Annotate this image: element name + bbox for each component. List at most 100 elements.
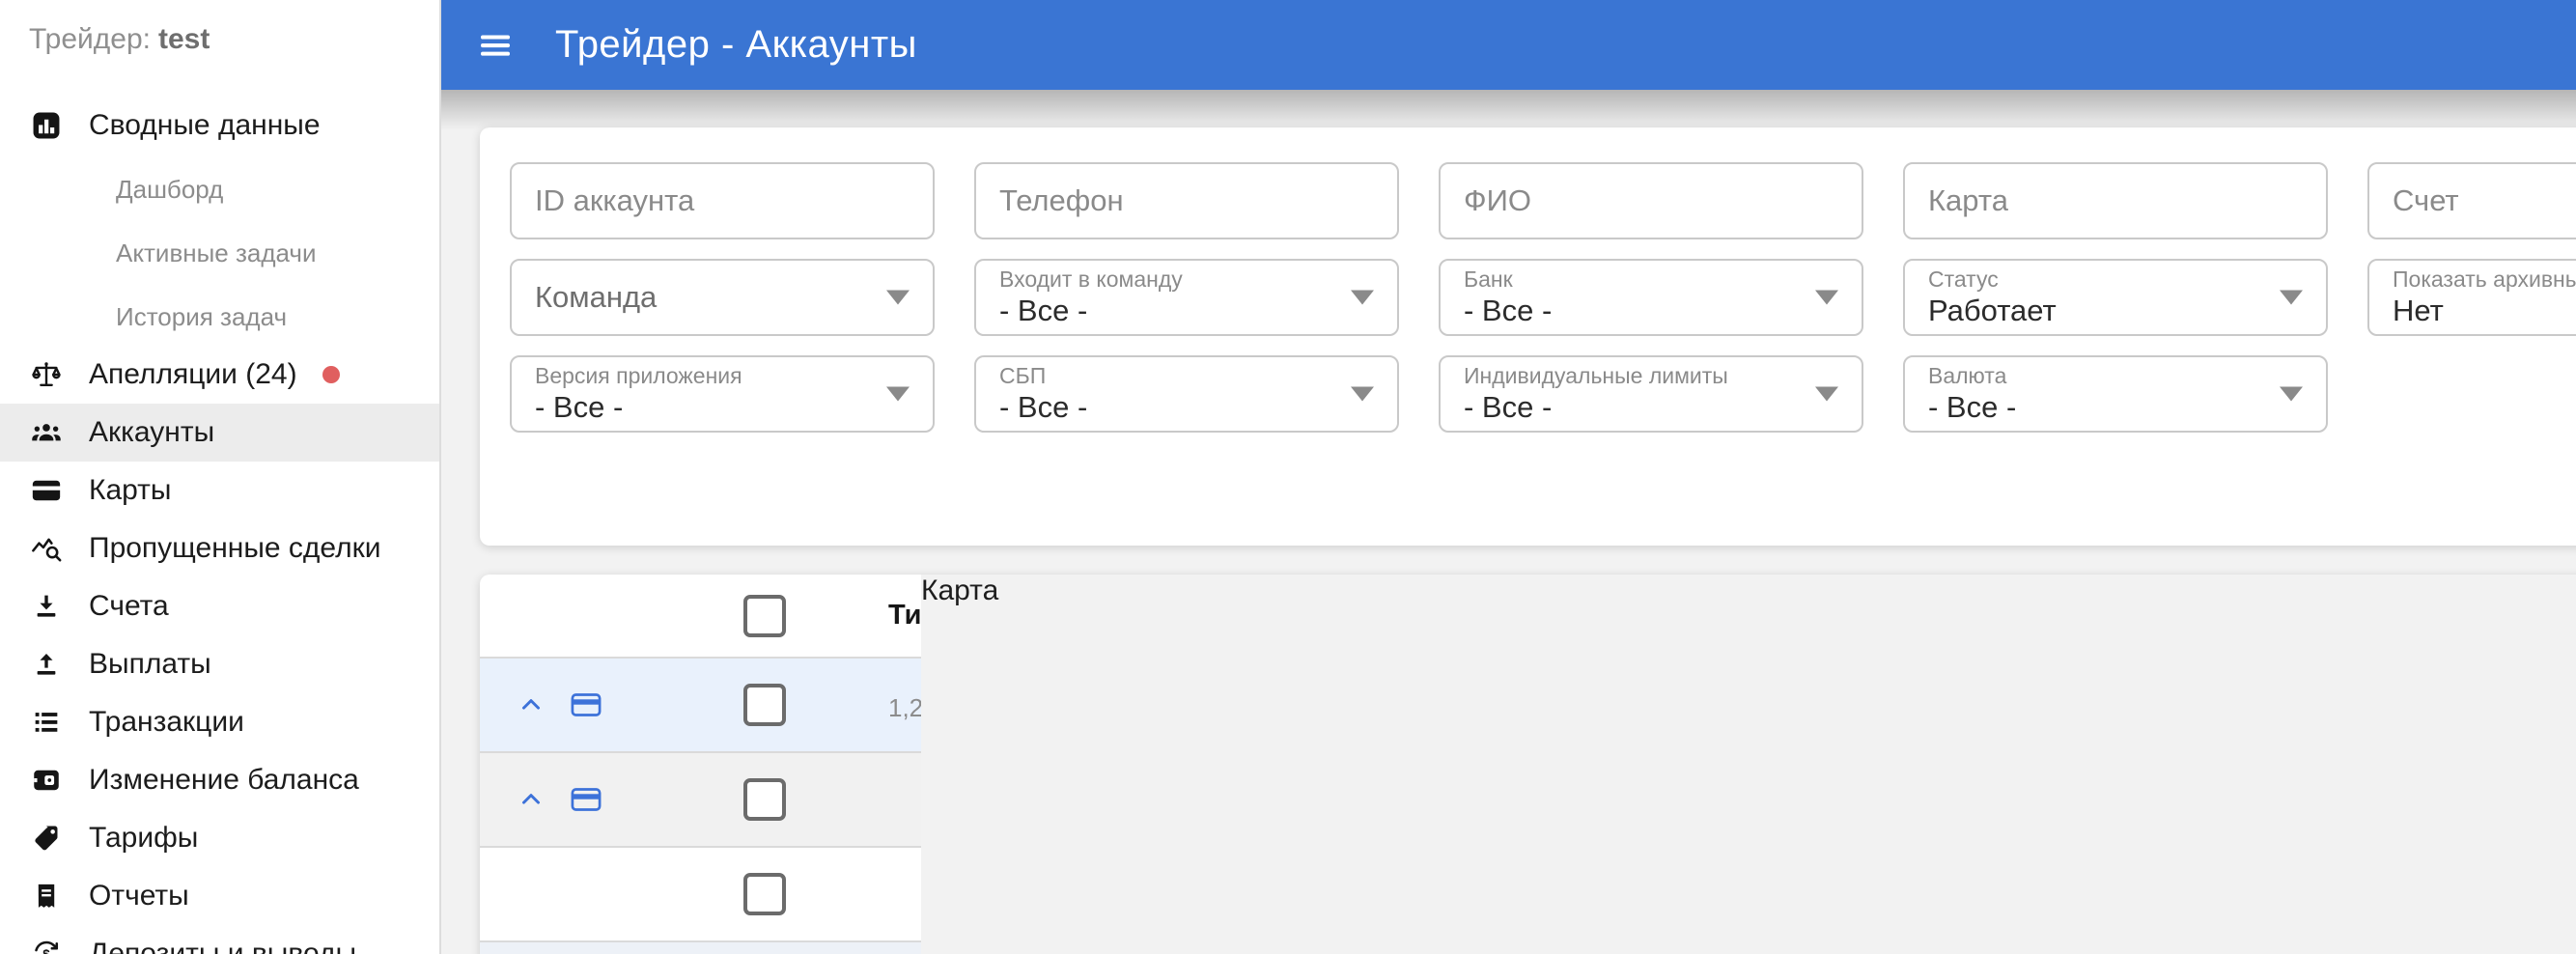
select-label: Индивидуальные лимиты	[1464, 362, 1728, 388]
sidebar-item-active-tasks[interactable]: Активные задачи	[0, 224, 439, 282]
sidebar-item-dashboard[interactable]: Дашборд	[0, 160, 439, 218]
filter-select-in-team[interactable]: Входит в команду - Все -	[974, 259, 1399, 336]
main-area: Трейдер - Аккаунты Команда Входит в коман…	[441, 0, 2576, 954]
sidebar-item-cards[interactable]: Карты	[0, 462, 439, 519]
select-label: Статус	[1928, 266, 1999, 292]
missed-deals-icon	[29, 531, 64, 566]
trader-name: test	[157, 23, 210, 55]
collapse-row-icon[interactable]	[517, 785, 546, 814]
select-label: Банк	[1464, 266, 1513, 292]
filter-select-currency[interactable]: Валюта - Все -	[1903, 355, 2328, 433]
sidebar-item-label: Выплаты	[89, 648, 211, 680]
filter-field-account-id	[510, 162, 935, 239]
sidebar-item-label: Сводные данные	[89, 109, 321, 141]
collapse-row-icon[interactable]	[517, 690, 546, 719]
filter-field-invoice	[2367, 162, 2576, 239]
sidebar-item-label: Депозиты и выводы	[89, 938, 357, 954]
select-placeholder: Команда	[535, 280, 658, 315]
chevron-down-icon	[1815, 386, 1838, 402]
sidebar-item-label: Апелляции (24)	[89, 358, 297, 390]
account-type: Карта	[921, 575, 2576, 954]
upload-icon	[29, 647, 64, 682]
row-checkbox[interactable]	[743, 873, 786, 915]
download-icon	[29, 589, 64, 624]
filter-select-individual-limits[interactable]: Индивидуальные лимиты - Все -	[1439, 355, 1863, 433]
sidebar-item-deposits-withdrawals[interactable]: $ Депозиты и выводы	[0, 925, 439, 954]
sidebar: Трейдер: test Сводные данные Дашборд Активн…	[0, 0, 441, 954]
sidebar-item-label: Активные задачи	[116, 238, 317, 267]
sidebar-item-reports[interactable]: Отчеты	[0, 867, 439, 925]
select-label: Входит в команду	[999, 266, 1183, 292]
sidebar-item-tariffs[interactable]: Тарифы	[0, 809, 439, 867]
menu-icon[interactable]	[476, 28, 515, 63]
filters-row-3: Версия приложения - Все - СБП - Все - Индиви…	[510, 355, 2576, 433]
filter-input-invoice[interactable]	[2393, 183, 2576, 218]
sidebar-item-label: Изменение баланса	[89, 764, 359, 796]
trader-label: Трейдер:	[29, 23, 151, 55]
sidebar-nav: Сводные данные Дашборд Активные задачи Исто…	[0, 97, 439, 954]
filter-select-bank[interactable]: Банк - Все -	[1439, 259, 1863, 336]
filter-select-show-archived[interactable]: Показать архивные Нет	[2367, 259, 2576, 336]
row-cards-icon[interactable]	[569, 782, 603, 817]
chevron-down-icon	[2280, 290, 2303, 305]
table-body: Аккаунт 1,2-я линия 186 +72207105411 Дже…	[480, 575, 2576, 954]
row-checkbox[interactable]	[743, 778, 786, 821]
sidebar-item-label: История задач	[116, 301, 288, 331]
sidebar-item-label: Аккаунты	[89, 416, 215, 448]
chevron-down-icon	[886, 386, 910, 402]
filter-input-fio[interactable]	[1464, 183, 1804, 218]
sidebar-item-payouts[interactable]: Выплаты	[0, 635, 439, 693]
sidebar-item-label: Счета	[89, 590, 169, 622]
sidebar-item-accounts[interactable]: Аккаунты	[0, 404, 439, 462]
filters-row-2: Команда Входит в команду - Все - Банк - Все …	[510, 259, 2576, 336]
bar-chart-icon	[29, 108, 64, 143]
sidebar-item-task-history[interactable]: История задач	[0, 288, 439, 346]
sidebar-item-label: Транзакции	[89, 706, 244, 738]
filters-row-1	[510, 162, 2576, 239]
row-cards-icon[interactable]	[569, 687, 603, 722]
filter-input-card[interactable]	[1928, 183, 2268, 218]
sidebar-item-transactions[interactable]: Транзакции	[0, 693, 439, 751]
select-value: - Все -	[1464, 390, 1553, 425]
sidebar-item-label: Дашборд	[116, 174, 224, 204]
chevron-down-icon	[1351, 290, 1374, 305]
select-value: - Все -	[999, 390, 1088, 425]
select-value: Нет	[2393, 294, 2444, 328]
filter-input-account-id[interactable]	[535, 183, 875, 218]
accounts-table: Тип ? ID Аккаунт Команда Создан ↑ Статус…	[480, 575, 2576, 954]
select-label: Версия приложения	[535, 362, 742, 388]
sidebar-item-missed-deals[interactable]: Пропущенные сделки	[0, 519, 439, 577]
chevron-down-icon	[2280, 386, 2303, 402]
unread-dot	[322, 366, 340, 383]
select-all-checkbox[interactable]	[743, 594, 786, 637]
filter-select-status[interactable]: Статус Работает	[1903, 259, 2328, 336]
filter-input-phone[interactable]	[999, 183, 1339, 218]
select-label: Показать архивные	[2393, 266, 2576, 292]
sidebar-item-invoices[interactable]: Счета	[0, 577, 439, 635]
select-label: СБП	[999, 362, 1047, 388]
exchange-icon: $	[29, 937, 64, 954]
chevron-down-icon	[886, 290, 910, 305]
header-shadow	[441, 90, 2576, 130]
tag-icon	[29, 821, 64, 856]
app-header: Трейдер - Аккаунты	[441, 0, 2576, 90]
select-value: - Все -	[999, 294, 1088, 328]
sidebar-item-appeals[interactable]: Апелляции (24)	[0, 346, 439, 404]
sidebar-item-label: Карты	[89, 474, 172, 506]
filter-select-sbp[interactable]: СБП - Все -	[974, 355, 1399, 433]
trader-header: Трейдер: test	[29, 23, 210, 56]
table-row[interactable]: Карта 264 ***4442 - 2024-07-22 10:55:23 …	[480, 575, 2576, 954]
filters-panel: КомандаВходит в команду- Все -Банк- Все …	[480, 127, 2576, 546]
sidebar-item-balance-change[interactable]: Изменение баланса	[0, 751, 439, 809]
sidebar-item-summary[interactable]: Сводные данные	[0, 97, 439, 154]
page-title: Трейдер - Аккаунты	[555, 23, 917, 66]
filter-select-team[interactable]: Команда	[510, 259, 935, 336]
scales-icon	[29, 357, 64, 392]
list-icon	[29, 705, 64, 740]
filter-select-app-version[interactable]: Версия приложения - Все -	[510, 355, 935, 433]
row-checkbox[interactable]	[743, 684, 786, 726]
credit-card-icon	[29, 473, 64, 508]
filter-field-fio	[1439, 162, 1863, 239]
sidebar-item-label: Пропущенные сделки	[89, 532, 381, 564]
svg-text:$: $	[42, 947, 50, 954]
